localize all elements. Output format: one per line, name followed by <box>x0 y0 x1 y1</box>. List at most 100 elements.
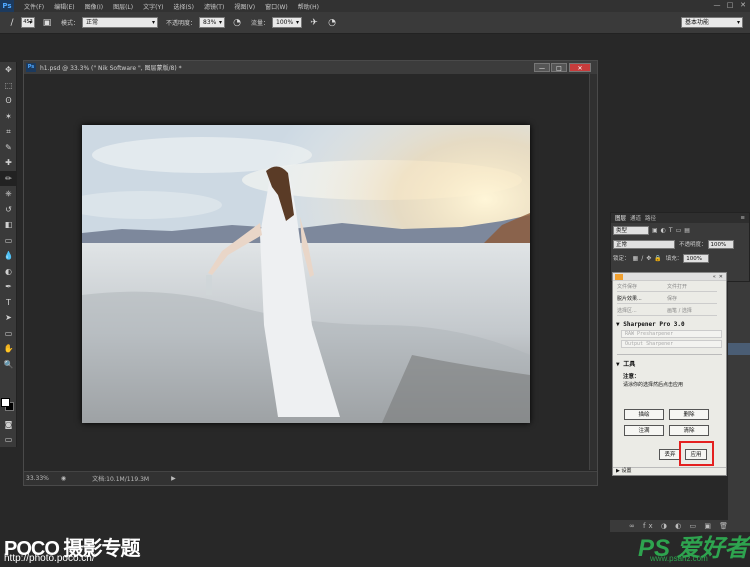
vertical-scrollbar[interactable] <box>589 74 597 470</box>
brush-icon[interactable]: ✏ <box>0 170 17 186</box>
menu-edit[interactable]: 编辑(E) <box>54 2 74 11</box>
lock-paint-icon[interactable]: / <box>641 255 643 262</box>
menu-type[interactable]: 文字(Y) <box>143 2 163 11</box>
layers-list-strip[interactable] <box>728 282 750 522</box>
filter-shape-icon[interactable]: ▭ <box>676 227 682 234</box>
doc-close-button[interactable]: ✕ <box>569 63 591 72</box>
nik-selection-button[interactable]: 选择区... <box>617 306 667 316</box>
workspace-select[interactable]: 基本功能 <box>681 17 743 28</box>
filter-adjust-icon[interactable]: ◐ <box>661 227 666 234</box>
shape-icon[interactable]: ▭ <box>0 326 17 342</box>
layer-opacity-label: 不透明度： <box>679 242 707 248</box>
layer-filter-row: 类型 ▣ ◐ T ▭ ▤ <box>611 223 749 237</box>
nik-section-title: ▼ Sharpener Pro 3.0 <box>616 321 685 328</box>
fill-button[interactable]: 注满 <box>624 425 664 436</box>
nik-minimize-button[interactable]: « <box>713 274 716 280</box>
blend-row: 正常 不透明度： 100% <box>611 237 749 251</box>
zoom-level[interactable]: 33.33% <box>26 475 49 482</box>
brush-size-picker[interactable]: 453 <box>21 17 35 28</box>
tab-channels[interactable]: 通道 <box>630 214 641 222</box>
eraser-icon[interactable]: ◧ <box>0 217 17 233</box>
mode-select[interactable]: 正常 <box>82 17 159 28</box>
nik-row-1: 文件保存 文件打开 <box>613 281 726 293</box>
layer-kind-select[interactable]: 类型 <box>613 225 649 235</box>
nik-save-file-button[interactable]: 文件保存 <box>617 282 667 292</box>
discard-button[interactable]: 丢弃 <box>659 449 681 460</box>
screen-mode-icon[interactable]: ▭ <box>0 432 17 448</box>
pressure-size-icon[interactable]: ◔ <box>326 17 338 29</box>
filter-type-icon[interactable]: T <box>669 227 673 234</box>
opacity-input[interactable]: 83% <box>199 17 226 28</box>
brush-preset-icon[interactable]: / <box>6 17 18 29</box>
clear-button[interactable]: 清除 <box>669 425 709 436</box>
selected-layer-highlight[interactable] <box>728 343 750 355</box>
stamp-icon[interactable]: ⎈ <box>0 186 17 202</box>
filter-pixel-icon[interactable]: ▣ <box>652 227 658 234</box>
dodge-icon[interactable]: ◐ <box>0 264 17 280</box>
nik-titlebar[interactable]: « ✕ <box>613 273 726 281</box>
flow-input[interactable]: 100% <box>272 17 303 28</box>
nik-open-file-button[interactable]: 文件打开 <box>667 282 717 292</box>
magic-wand-icon[interactable]: ✶ <box>0 109 17 125</box>
crop-icon[interactable]: ⌗ <box>0 124 17 140</box>
lock-pixels-icon[interactable]: ▦ <box>633 255 639 262</box>
foreground-color-swatch[interactable] <box>1 398 10 407</box>
filter-smart-icon[interactable]: ▤ <box>684 227 690 234</box>
doc-minimize-button[interactable]: — <box>534 63 550 72</box>
canvas-photo[interactable] <box>82 125 530 423</box>
eyedropper-icon[interactable]: ✎ <box>0 140 17 156</box>
erase-button[interactable]: 删除 <box>669 409 709 420</box>
spot-heal-icon[interactable]: ✚ <box>0 155 17 171</box>
brush-panel-icon[interactable]: ▣ <box>41 17 53 29</box>
output-sharpener-field[interactable]: Output Sharpener <box>621 340 722 348</box>
nik-save-button[interactable]: 保存 <box>667 294 717 304</box>
raw-presharpener-field[interactable]: RAW Presharpener <box>621 330 722 338</box>
nik-divider <box>617 354 722 355</box>
document-ps-icon: Ps <box>26 63 36 72</box>
quick-mask-icon[interactable]: ◙ <box>0 417 17 433</box>
menu-file[interactable]: 文件(F) <box>24 2 44 11</box>
hand-icon[interactable]: ✋ <box>0 341 17 357</box>
panel-menu-icon[interactable]: ≡ <box>740 215 745 221</box>
menu-image[interactable]: 图像(I) <box>85 2 103 11</box>
blur-icon[interactable]: 💧 <box>0 248 17 264</box>
nik-close-button[interactable]: ✕ <box>719 274 723 280</box>
pen-icon[interactable]: ✒ <box>0 279 17 295</box>
history-brush-icon[interactable]: ↺ <box>0 202 17 218</box>
lock-all-icon[interactable]: 🔒 <box>654 255 661 262</box>
paint-button[interactable]: 描绘 <box>624 409 664 420</box>
zoom-icon[interactable]: 🔍 <box>0 357 17 373</box>
tab-paths[interactable]: 路径 <box>645 214 656 222</box>
marquee-icon[interactable]: ⬚ <box>0 78 17 94</box>
tab-layers[interactable]: 图层 <box>615 214 626 222</box>
right-dock-empty <box>607 34 750 204</box>
menu-view[interactable]: 视图(V) <box>234 2 255 11</box>
move-icon[interactable]: ✥ <box>0 62 17 78</box>
menu-help[interactable]: 帮助(H) <box>298 2 319 11</box>
gradient-icon[interactable]: ▭ <box>0 233 17 249</box>
type-icon[interactable]: T <box>0 295 17 311</box>
menu-layer[interactable]: 图层(L) <box>113 2 133 11</box>
nik-effects-button[interactable]: 脱片效果... <box>617 294 667 304</box>
status-menu-arrow-icon[interactable]: ▶ <box>171 475 176 482</box>
close-app-button[interactable]: ✕ <box>738 1 748 10</box>
lasso-icon[interactable]: ʘ <box>0 93 17 109</box>
menu-window[interactable]: 窗口(W) <box>265 2 288 11</box>
airbrush-icon[interactable]: ✈ <box>308 17 320 29</box>
lock-move-icon[interactable]: ✥ <box>646 255 651 262</box>
fill-input[interactable]: 100% <box>683 253 710 263</box>
menu-filter[interactable]: 滤镜(T) <box>204 2 224 11</box>
pressure-opacity-icon[interactable]: ◔ <box>231 17 243 29</box>
path-select-icon[interactable]: ➤ <box>0 310 17 326</box>
maximize-app-button[interactable]: □ <box>725 1 735 10</box>
blend-mode-select[interactable]: 正常 <box>613 239 675 249</box>
nik-brush-select-button[interactable]: 画笔 / 选择 <box>667 306 717 316</box>
menu-select[interactable]: 选择(S) <box>173 2 194 11</box>
layer-opacity-input[interactable]: 100% <box>707 239 734 249</box>
document-tab[interactable]: Ps h1.psd @ 33.3% (" Nik Software ", 图层蒙… <box>24 61 597 74</box>
minimize-app-button[interactable]: — <box>712 1 722 10</box>
doc-maximize-button[interactable]: □ <box>551 63 567 72</box>
tools-panel: ✥ ⬚ ʘ ✶ ⌗ ✎ ✚ ✏ ⎈ ↺ ◧ ▭ 💧 ◐ ✒ T ➤ ▭ ✋ 🔍 … <box>0 62 17 447</box>
photo-illustration <box>82 125 530 423</box>
status-icon: ◉ <box>60 475 67 482</box>
